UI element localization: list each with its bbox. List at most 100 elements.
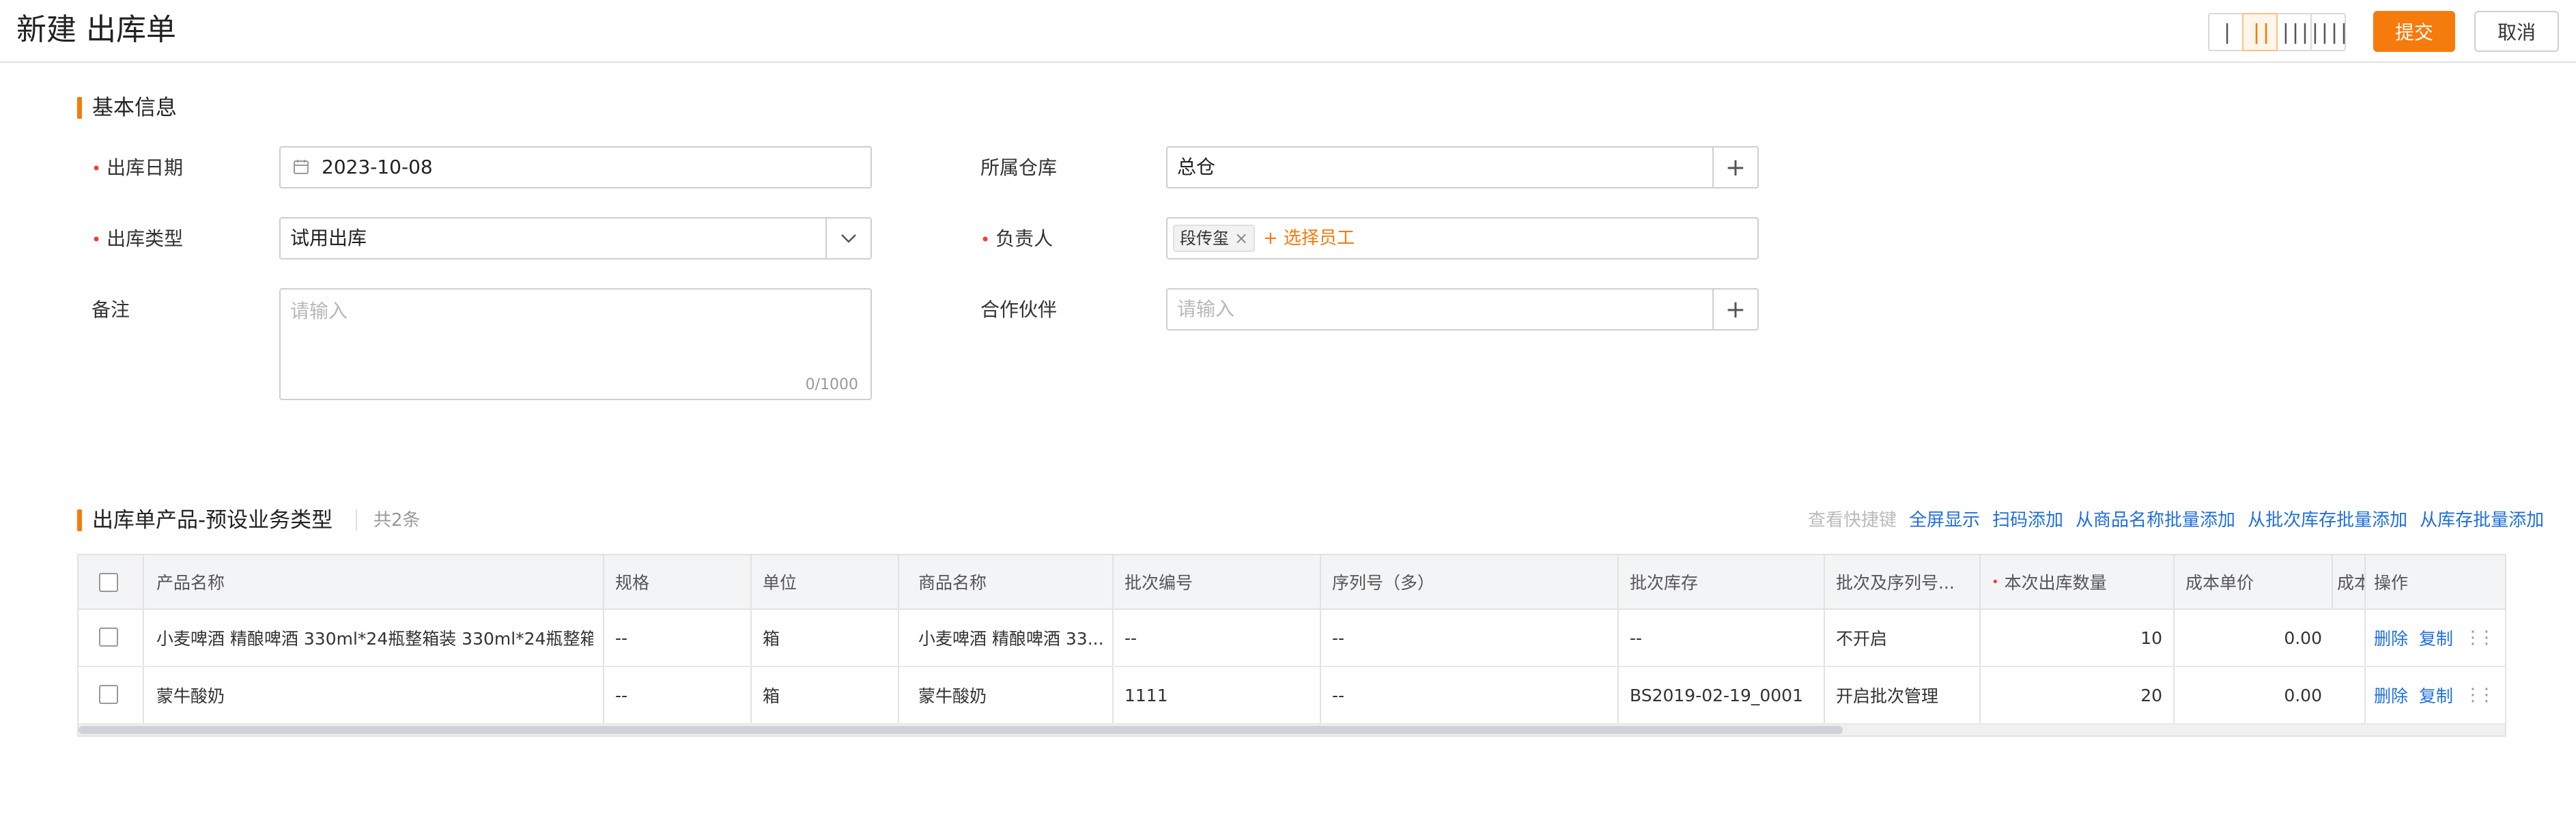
required-mark: • — [91, 230, 102, 249]
col-product-name[interactable]: 产品名称 — [156, 555, 539, 608]
cell-unit: 箱 — [763, 629, 780, 649]
cell-product-name: 小麦啤酒 精酿啤酒 330ml*24瓶整箱装 330ml*24瓶整箱装 — [156, 629, 593, 649]
chevron-down-icon — [841, 234, 856, 243]
owner-tag-text: 段传玺 — [1180, 229, 1229, 248]
cell-actions: 删除 复制 ⋮⋮ — [2374, 610, 2497, 666]
col-lot-serial-mgmt[interactable]: 批次及序列号... — [1836, 555, 1972, 608]
cell-unit: 箱 — [763, 686, 780, 706]
products-table: 产品名称 规格 单位 商品名称 批次编号 序列号（多） 批次库存 批次及序列号.… — [77, 554, 2506, 737]
col-spec[interactable]: 规格 — [615, 555, 738, 608]
copy-row-link[interactable]: 复制 — [2419, 625, 2453, 650]
delete-row-link[interactable]: 删除 — [2374, 683, 2408, 707]
cell-unit-cost[interactable]: 0.00 — [2185, 667, 2322, 723]
col-unit-cost[interactable]: 成本单价 — [2185, 555, 2322, 608]
copy-row-link[interactable]: 复制 — [2419, 683, 2453, 707]
batch-add-by-stock-link[interactable]: 从库存批量添加 — [2420, 510, 2544, 531]
required-mark: • — [91, 159, 102, 178]
plus-icon: + — [1725, 153, 1746, 182]
basic-info-section-title: 基本信息 — [77, 94, 177, 122]
required-mark: • — [980, 230, 991, 249]
plus-icon: + — [1725, 295, 1746, 324]
warehouse-field[interactable]: 总仓 + — [1166, 146, 1759, 188]
col-qty-text: 本次出库数量 — [2004, 573, 2107, 593]
col-qty[interactable]: • 本次出库数量 — [1992, 555, 2169, 608]
cell-lot-no: -- — [1124, 628, 1137, 648]
cell-goods-name: 蒙牛酸奶 — [918, 686, 987, 706]
select-employee-link[interactable]: + 选择员工 — [1263, 219, 1355, 258]
cell-product-name: 蒙牛酸奶 — [156, 686, 225, 706]
warehouse-label: 所属仓库 — [980, 156, 1058, 179]
cell-lot-serial-mgmt: 不开启 — [1836, 629, 1888, 649]
remark-placeholder: 请输入 — [290, 300, 348, 322]
col-serial[interactable]: 序列号（多） — [1332, 555, 1605, 608]
owner-label: • 负责人 — [980, 225, 1053, 253]
col-lot-no[interactable]: 批次编号 — [1124, 555, 1316, 608]
warehouse-add-button[interactable]: + — [1712, 147, 1757, 187]
cell-spec: -- — [615, 628, 628, 648]
cell-spec: -- — [615, 685, 628, 705]
batch-add-by-lot-link[interactable]: 从批次库存批量添加 — [2248, 510, 2407, 531]
date-field[interactable]: 2023-10-08 — [279, 146, 872, 188]
fullscreen-link[interactable]: 全屏显示 — [1909, 510, 1980, 531]
cell-qty[interactable]: 20 — [1992, 667, 2162, 723]
row-checkbox[interactable] — [99, 628, 118, 647]
required-mark: • — [1992, 574, 1999, 589]
cell-serial: -- — [1332, 685, 1345, 705]
partner-placeholder: 请输入 — [1177, 298, 1235, 320]
page-title: 新建 出库单 — [16, 12, 176, 47]
calendar-icon — [294, 160, 309, 174]
type-label: • 出库类型 — [91, 225, 183, 253]
column-layout-switch: | || ||| |||| — [2208, 13, 2350, 51]
partner-add-button[interactable]: + — [1712, 290, 1757, 329]
close-icon[interactable]: × — [1234, 229, 1248, 248]
table-header: 产品名称 规格 单位 商品名称 批次编号 序列号（多） 批次库存 批次及序列号.… — [79, 555, 2505, 610]
date-value: 2023-10-08 — [322, 156, 433, 178]
products-count: 共2条 — [356, 509, 421, 531]
owner-tag: 段传玺 × — [1173, 225, 1256, 252]
cell-qty[interactable]: 10 — [1992, 610, 2162, 666]
row-checkbox[interactable] — [99, 685, 118, 704]
scrollbar-thumb[interactable] — [79, 726, 1843, 734]
layout-two-column-button[interactable]: || — [2242, 13, 2278, 51]
horizontal-scrollbar[interactable] — [79, 724, 2505, 735]
type-dropdown-toggle[interactable] — [825, 219, 871, 258]
cell-goods-name: 小麦啤酒 精酿啤酒 33... — [918, 629, 1103, 649]
col-goods-name[interactable]: 商品名称 — [918, 555, 1103, 608]
col-actions: 操作 — [2374, 573, 2409, 593]
submit-button[interactable]: 提交 — [2373, 11, 2455, 52]
table-row: 蒙牛酸奶 -- 箱 蒙牛酸奶 1111 -- BS2019-02-19_0001… — [79, 667, 2505, 724]
delete-row-link[interactable]: 删除 — [2374, 625, 2408, 650]
product-actions-bar: 查看快捷键 全屏显示 扫码添加 从商品名称批量添加 从批次库存批量添加 从库存批量添加 — [1808, 507, 2556, 534]
owner-field[interactable]: 段传玺 × + 选择员工 — [1166, 217, 1759, 259]
date-label-text: 出库日期 — [107, 156, 184, 179]
cell-lot-serial-mgmt: 开启批次管理 — [1836, 686, 1939, 706]
drag-handle-icon[interactable]: ⋮⋮ — [2464, 685, 2495, 705]
select-all-checkbox[interactable] — [99, 573, 118, 592]
type-label-text: 出库类型 — [107, 227, 184, 250]
col-unit[interactable]: 单位 — [763, 555, 886, 608]
cell-lot-no: 1111 — [1124, 685, 1168, 705]
col-lot-stock[interactable]: 批次库存 — [1630, 555, 1821, 608]
batch-add-by-name-link[interactable]: 从商品名称批量添加 — [2076, 510, 2235, 531]
layout-four-column-button[interactable]: |||| — [2309, 13, 2350, 51]
warehouse-value: 总仓 — [1177, 156, 1216, 178]
scan-add-link[interactable]: 扫码添加 — [1992, 510, 2063, 531]
cell-lot-stock: -- — [1630, 628, 1643, 648]
table-row: 小麦啤酒 精酿啤酒 330ml*24瓶整箱装 330ml*24瓶整箱装 -- 箱… — [79, 610, 2505, 667]
remark-textarea[interactable]: 请输入 0/1000 — [279, 288, 872, 400]
cell-serial: -- — [1332, 628, 1345, 648]
cell-unit-cost[interactable]: 0.00 — [2185, 610, 2322, 666]
drag-handle-icon[interactable]: ⋮⋮ — [2464, 628, 2495, 648]
type-select[interactable]: 试用出库 — [279, 217, 872, 259]
remark-char-counter: 0/1000 — [805, 376, 858, 393]
col-cost-total[interactable]: 成本 — [2337, 555, 2364, 608]
top-bar: 新建 出库单 | || ||| |||| 提交 取消 — [0, 0, 2576, 63]
partner-label: 合作伙伴 — [980, 298, 1058, 321]
layout-one-column-button[interactable]: | — [2208, 13, 2244, 51]
cell-lot-stock: BS2019-02-19_0001 — [1630, 685, 1803, 705]
layout-three-column-button[interactable]: ||| — [2276, 13, 2312, 51]
partner-field[interactable]: 请输入 + — [1166, 288, 1759, 330]
remark-label: 备注 — [91, 298, 130, 321]
shortcuts-link[interactable]: 查看快捷键 — [1808, 510, 1897, 531]
cancel-button[interactable]: 取消 — [2474, 11, 2559, 52]
